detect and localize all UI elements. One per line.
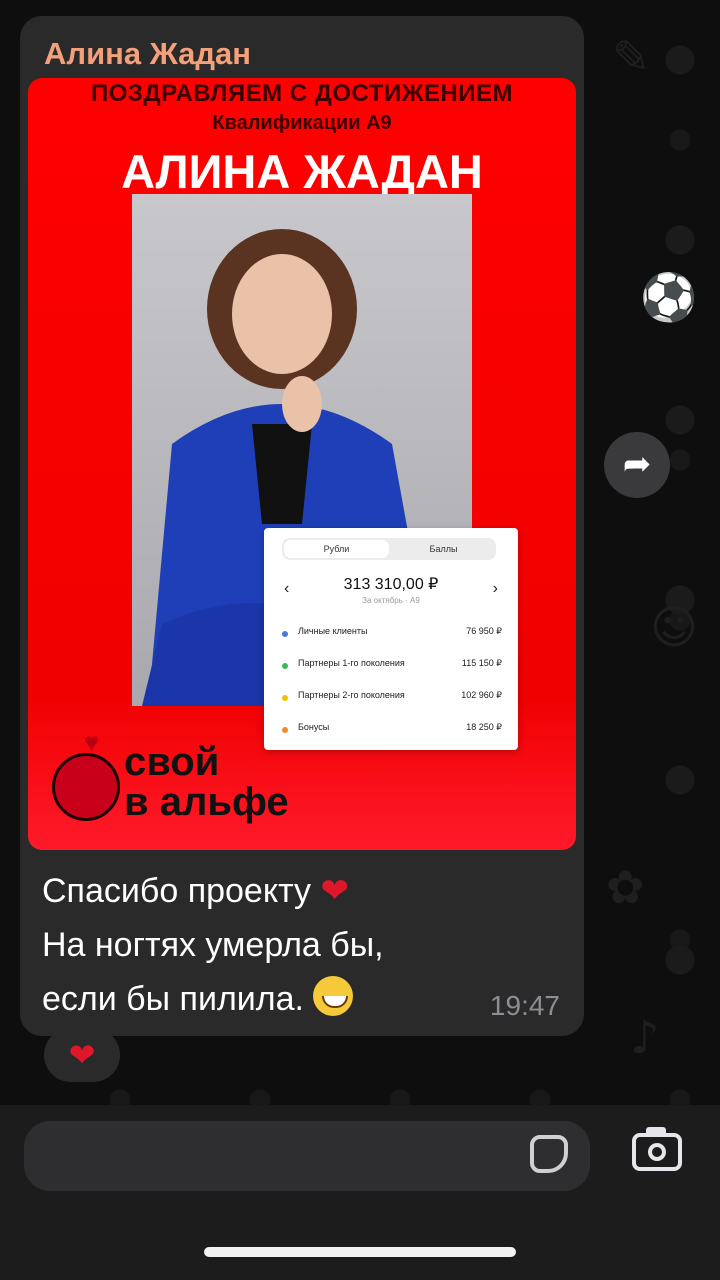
currency-segment: Рубли Баллы	[282, 538, 496, 560]
logo-text-line2: в альфе	[124, 780, 289, 824]
message-image[interactable]: ПОЗДРАВЛЯЕМ С ДОСТИЖЕНИЕМ Квалификации А…	[28, 78, 576, 850]
legend-dot	[282, 663, 288, 669]
tab-points: Баллы	[429, 544, 458, 554]
chevron-right-icon: ›	[492, 580, 498, 597]
finger-heart-icon	[52, 753, 120, 821]
share-button[interactable]: ➦	[604, 432, 670, 498]
doodle-icon: ✿	[606, 860, 645, 914]
message-line: если бы пилила.	[42, 980, 304, 1018]
legend-dot	[282, 631, 288, 637]
earnings-row: Партнеры 2-го поколения 102 960 ₽	[282, 690, 502, 710]
image-congrats-text: ПОЗДРАВЛЯЕМ С ДОСТИЖЕНИЕМ	[91, 80, 513, 107]
reaction-emoji: ❤	[68, 1036, 96, 1074]
row-label: Партнеры 1-го поколения	[298, 658, 405, 668]
row-value: 115 150 ₽	[461, 658, 502, 668]
earnings-period: За октябрь · А9	[362, 596, 420, 605]
message-time: 19:47	[489, 990, 560, 1021]
row-value: 18 250 ₽	[466, 722, 502, 732]
image-qualification-text: Квалификации А9	[212, 112, 392, 134]
composer-bar	[0, 1105, 720, 1280]
message-text: Спасибо проекту ❤ На ногтях умерла бы, е…	[42, 864, 562, 1026]
brand-logo: ♥ свой в альфе	[50, 723, 330, 833]
sender-name[interactable]: Алина Жадан	[44, 36, 251, 72]
home-indicator[interactable]	[204, 1247, 516, 1257]
logo-text-line1: свой	[124, 740, 220, 784]
doodle-icon: ☺	[650, 600, 698, 654]
row-value: 102 960 ₽	[461, 690, 502, 700]
earnings-amount: 313 310,00 ₽	[343, 576, 439, 593]
doodle-icon: ⚽	[640, 270, 698, 324]
image-name-text: АЛИНА ЖАДАН	[121, 145, 483, 198]
heart-emoji-icon: ❤	[320, 871, 350, 911]
grinning-emoji-icon	[313, 976, 354, 1016]
earnings-row: Личные клиенты 76 950 ₽	[282, 626, 502, 646]
earnings-card: Рубли Баллы ‹ 313 310,00 ₽ За октябрь · …	[264, 528, 518, 750]
tab-rubles: Рубли	[284, 540, 389, 558]
heart-reaction[interactable]: ❤	[44, 1028, 120, 1082]
message-line: На ногтях умерла бы,	[42, 926, 384, 964]
camera-icon[interactable]	[632, 1127, 682, 1171]
row-value: 76 950 ₽	[466, 626, 502, 636]
row-label: Партнеры 2-го поколения	[298, 690, 405, 700]
legend-dot	[282, 695, 288, 701]
message-input[interactable]	[24, 1121, 590, 1191]
earnings-row: Партнеры 1-го поколения 115 150 ₽	[282, 658, 502, 678]
doodle-icon: ♪	[630, 1010, 660, 1064]
sticker-icon[interactable]	[530, 1135, 568, 1173]
doodle-icon: ✎	[612, 30, 651, 84]
message-line: Спасибо проекту	[42, 872, 312, 910]
message-bubble[interactable]: Алина Жадан ПОЗДРАВЛЯЕМ С ДОСТИЖЕНИЕМ Кв…	[20, 16, 584, 1036]
row-label: Личные клиенты	[298, 626, 368, 636]
share-arrow-icon: ➦	[622, 444, 652, 484]
